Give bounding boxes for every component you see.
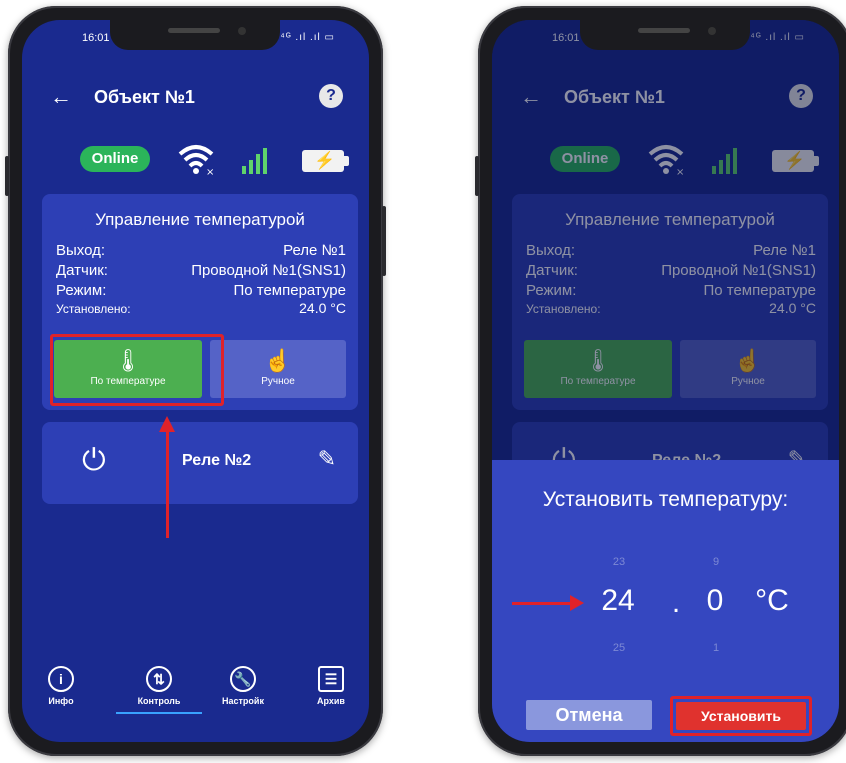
nav-settings-label: Настройк — [222, 696, 264, 706]
unit-label: °C — [755, 584, 789, 617]
output-label: Выход: — [56, 242, 106, 259]
status-time: 16:01 — [82, 32, 110, 44]
edit-icon[interactable]: ✎ — [318, 446, 336, 472]
sensor-value: Проводной №1(SNS1) — [191, 262, 346, 279]
status-indicators: Online × ⚡ — [22, 140, 369, 176]
control-icon: ⇅ — [146, 666, 172, 692]
sensor-label: Датчик: — [56, 262, 108, 279]
nav-info-label: Инфо — [48, 696, 74, 706]
back-arrow-icon[interactable]: ← — [50, 84, 72, 110]
volume-button — [5, 156, 9, 196]
nav-settings[interactable]: 🔧 Настройк — [208, 666, 278, 706]
set-temperature-dialog: Установить температуру: 23 24 25 . 9 0 1… — [492, 460, 839, 742]
notch — [580, 20, 750, 50]
annotation-arrow — [512, 595, 584, 611]
battery-charging-icon: ⚡ — [302, 150, 349, 172]
int-value[interactable]: 24 — [588, 584, 648, 618]
screen: 16:01 ⁴ᴳ .ıl .ıl ▭ ← Объект №1 ? Online … — [22, 20, 369, 742]
dialog-buttons: Отмена Установить — [492, 696, 839, 738]
relay-name: Реле №2 — [182, 452, 252, 469]
volume-button — [475, 156, 479, 196]
mode-value: По температуре — [233, 282, 346, 299]
active-tab-indicator — [116, 712, 202, 714]
set-value: 24.0 °C — [299, 300, 346, 316]
mode-label: Режим: — [56, 282, 107, 299]
power-side-button — [382, 206, 386, 276]
frac-value[interactable]: 0 — [700, 584, 730, 618]
output-value: Реле №1 — [283, 242, 346, 259]
notch — [110, 20, 280, 50]
svg-text:×: × — [206, 167, 214, 176]
relay-card: ⏻ Реле №2 ✎ — [42, 422, 358, 504]
int-next: 25 — [612, 642, 626, 654]
card-title: Управление температурой — [95, 210, 305, 229]
set-label: Установлено: — [56, 302, 131, 316]
frac-prev: 9 — [712, 556, 720, 568]
highlight-box — [670, 696, 812, 736]
mode-manual-button[interactable]: ☝ Ручное — [210, 340, 346, 398]
nav-archive-label: Архив — [317, 696, 345, 706]
cancel-button[interactable]: Отмена — [526, 700, 652, 730]
screen: 16:01 ⁴ᴳ .ıl .ıl ▭ ← Объект №1 ? Online … — [492, 20, 839, 742]
bottom-navigation: i Инфо ⇅ Контроль 🔧 Настройк ☰ Архив — [22, 666, 369, 726]
calendar-icon: ☰ — [318, 666, 344, 692]
phone-left: 16:01 ⁴ᴳ .ıl .ıl ▭ ← Объект №1 ? Online … — [5, 6, 386, 756]
annotation-arrow — [159, 416, 175, 538]
nav-control[interactable]: ⇅ Контроль — [124, 666, 194, 706]
status-icons: ⁴ᴳ .ıl .ıl ▭ — [280, 32, 335, 43]
nav-control-label: Контроль — [137, 696, 181, 706]
nav-archive[interactable]: ☰ Архив — [296, 666, 366, 706]
dialog-title: Установить температуру: — [542, 488, 789, 511]
power-icon[interactable]: ⏻ — [82, 444, 106, 478]
page-title: Объект №1 — [94, 87, 195, 107]
decimal-point: . — [671, 586, 681, 619]
help-icon[interactable]: ? — [319, 84, 343, 108]
mode-manual-label: Ручное — [261, 376, 295, 387]
online-badge: Online — [80, 146, 150, 172]
wrench-icon: 🔧 — [230, 666, 256, 692]
hand-pointer-icon: ☝ — [264, 348, 292, 373]
phone-right: 16:01 ⁴ᴳ .ıl .ıl ▭ ← Объект №1 ? Online … — [475, 6, 846, 756]
wifi-off-icon: × — [178, 145, 214, 176]
frac-next: 1 — [712, 642, 720, 654]
temperature-picker[interactable]: 23 24 25 . 9 0 1 °C — [492, 556, 839, 666]
app-bar: ← Объект №1 ? — [22, 80, 369, 114]
int-prev: 23 — [612, 556, 626, 568]
info-icon: i — [48, 666, 74, 692]
signal-strength-icon — [242, 148, 267, 174]
nav-info[interactable]: i Инфо — [26, 666, 96, 706]
highlight-box — [50, 334, 224, 406]
